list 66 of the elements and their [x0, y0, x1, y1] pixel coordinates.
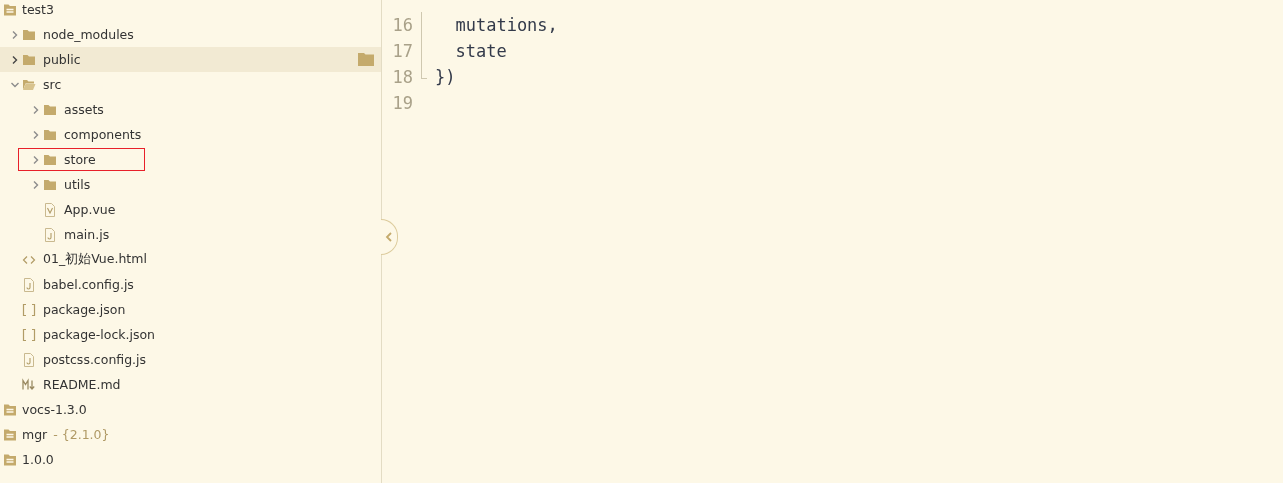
file-name: mgr	[22, 427, 48, 442]
project-icon	[3, 452, 17, 467]
line-number: 18	[391, 67, 413, 87]
js-file-icon	[43, 227, 57, 242]
js-file-icon	[22, 277, 36, 292]
file-name: README.md	[43, 377, 121, 392]
file-name: utils	[64, 177, 91, 192]
tree-row[interactable]: utils	[0, 172, 381, 197]
file-name: src	[43, 77, 62, 92]
file-name: postcss.config.js	[43, 352, 147, 367]
file-name: package.json	[43, 302, 126, 317]
chevron-left-icon	[385, 232, 393, 242]
tree-row[interactable]: README.md	[0, 372, 381, 397]
tree-row[interactable]: babel.config.js	[0, 272, 381, 297]
tree-row[interactable]: main.js	[0, 222, 381, 247]
vue-file-icon	[43, 202, 57, 217]
project-icon	[3, 427, 17, 442]
open-folder-icon	[22, 77, 36, 92]
folder-icon	[43, 102, 57, 117]
tree-row[interactable]: vocs-1.3.0	[0, 397, 381, 422]
project-icon	[3, 402, 17, 417]
folder-icon	[22, 52, 36, 67]
file-name: babel.config.js	[43, 277, 134, 292]
square-brackets-icon	[22, 327, 36, 342]
line-number: 19	[391, 93, 413, 113]
tree-row[interactable]: src	[0, 72, 381, 97]
code-line: mutations,	[454, 15, 558, 35]
line-number: 17	[391, 41, 413, 61]
file-name: 1.0.0	[22, 452, 54, 467]
tree-row[interactable]: package.json	[0, 297, 381, 322]
file-name: package-lock.json	[43, 327, 156, 342]
file-name: store	[64, 152, 96, 167]
tree-row[interactable]: assets	[0, 97, 381, 122]
tree-row[interactable]: package-lock.json	[0, 322, 381, 347]
file-name: node_modules	[43, 27, 134, 42]
file-name: components	[64, 127, 142, 142]
file-name: public	[43, 52, 81, 67]
tree-row[interactable]: node_modules	[0, 22, 381, 47]
code-line: })	[435, 67, 456, 87]
folder-icon	[22, 27, 36, 42]
folder-icon	[43, 152, 57, 167]
version-label: - {2.1.0}	[53, 427, 110, 442]
markdown-icon	[22, 377, 36, 392]
file-name: main.js	[64, 227, 110, 242]
file-name: vocs-1.3.0	[22, 402, 87, 417]
folder-icon[interactable]	[358, 53, 374, 66]
tree-row[interactable]: mgr - {2.1.0}	[0, 422, 381, 447]
line-number: 16	[391, 15, 413, 35]
tree-row[interactable]: components	[0, 122, 381, 147]
folder-icon	[43, 127, 57, 142]
file-name: assets	[64, 102, 104, 117]
code-line: state	[454, 41, 507, 61]
tree-row[interactable]: 01_初始Vue.html	[0, 247, 381, 272]
file-name: 01_初始Vue.html	[43, 251, 147, 268]
tree-row[interactable]: App.vue	[0, 197, 381, 222]
file-name: App.vue	[64, 202, 116, 217]
file-name: test3	[22, 2, 54, 17]
folder-icon	[43, 177, 57, 192]
tree-row[interactable]: postcss.config.js	[0, 347, 381, 372]
tree-row[interactable]: store	[0, 147, 381, 172]
js-file-icon	[22, 352, 36, 367]
collapse-handle[interactable]	[381, 219, 398, 255]
tree-row[interactable]: public	[0, 47, 381, 72]
tree-row[interactable]: test3	[0, 0, 381, 22]
square-brackets-icon	[22, 302, 36, 317]
tree-row[interactable]: 1.0.0	[0, 447, 381, 472]
